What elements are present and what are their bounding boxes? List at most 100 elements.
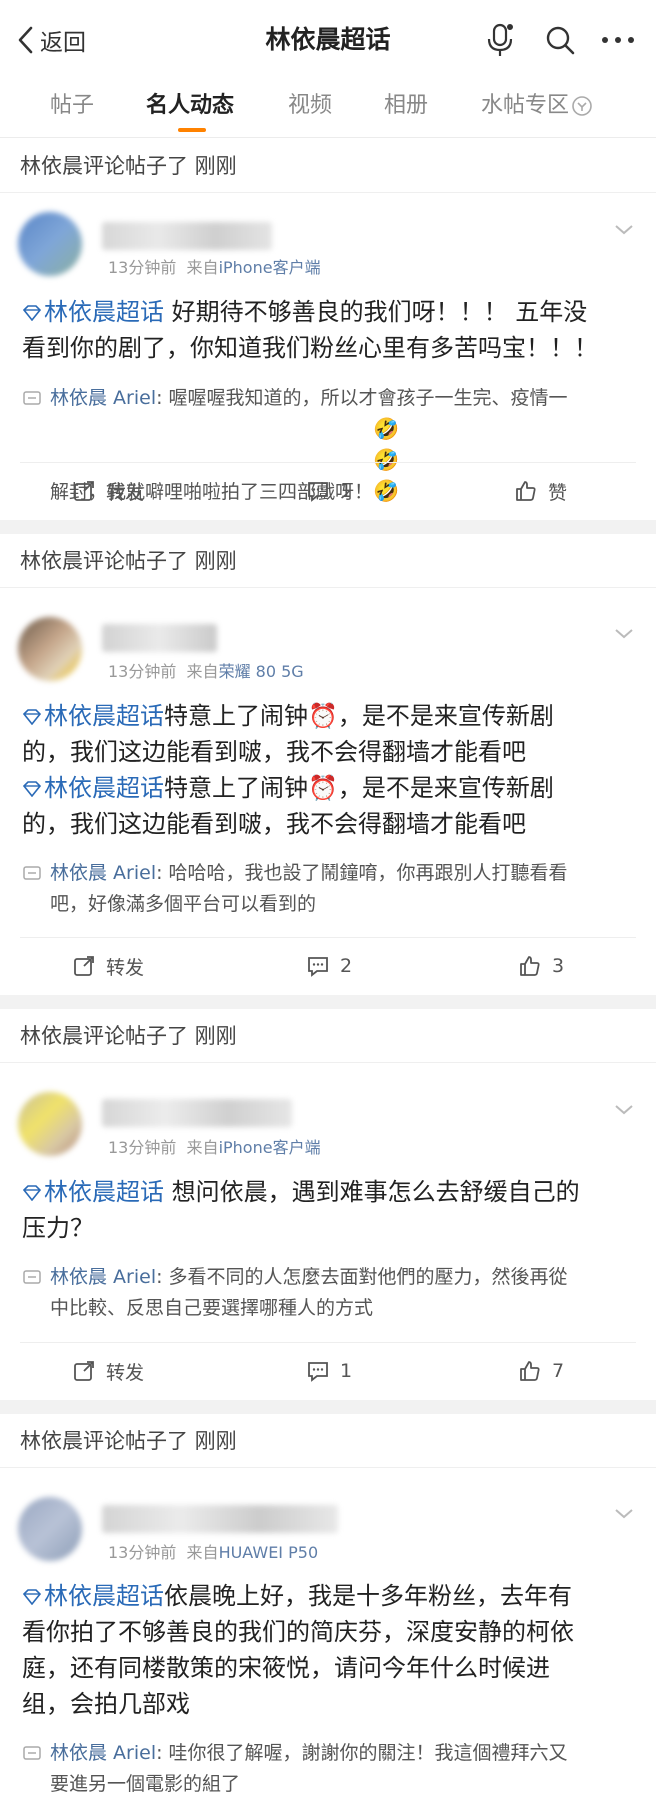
comment-button[interactable]: 2 [306,949,352,983]
reply-author[interactable]: 林依晨 Ariel [50,1266,156,1288]
thumbs-up-icon [516,481,536,501]
divider [20,462,636,463]
content-line: 好期待不够善良的我们呀！！！ 五年没 [164,298,588,326]
reply-text: : 多看不同的人怎麼去面對他們的壓力，然後再從 [156,1266,568,1288]
comment-button[interactable]: 1 [306,474,352,508]
post-source[interactable]: iPhone客户端 [219,1138,321,1157]
source-prefix: 来自 [186,662,219,681]
comment-icon [308,957,328,977]
chevron-down-icon[interactable] [612,622,636,646]
username-blurred[interactable] [102,222,272,250]
content-line: ，是不是来宣传新剧 [337,702,554,730]
search-icon[interactable] [540,20,580,60]
topic-label: 林依晨超话 [44,1178,164,1206]
post-content: 林依晨超话特意上了闹钟⏰，是不是来宣传新剧 的，我们这边能看到啵，我不会得翻墙才… [22,698,638,842]
celebrity-reply: 林依晨 Ariel: 哇你很了解喔，謝謝你的關注！我這個禮拜六又 要進另一個電影… [50,1738,640,1800]
topic-label: 林依晨超话 [44,1582,164,1610]
post-content: 林依晨超话 好期待不够善良的我们呀！！！ 五年没 看到你的剧了，你知道我们粉丝心… [22,294,638,366]
post-time: 13分钟前 [108,662,177,681]
post-source[interactable]: 荣耀 80 5G [219,662,304,681]
tab-water-posts-label: 水帖专区 [481,93,570,118]
post-source[interactable]: HUAWEI P50 [219,1543,319,1562]
repost-label: 转发 [106,956,145,979]
topic-link[interactable]: 林依晨超话 [22,1582,164,1610]
more-icon[interactable] [598,20,638,60]
tab-posts[interactable]: 帖子 [50,90,94,122]
topic-link[interactable]: 林依晨超话 [22,1178,164,1206]
topic-label: 林依晨超话 [44,298,164,326]
section-gap [0,995,656,1009]
header: 返回 林依晨超话 [0,0,656,80]
divider [20,1342,636,1343]
avatar[interactable] [18,1092,82,1156]
like-count: 7 [552,1360,565,1382]
avatar[interactable] [18,617,82,681]
post-time: 13分钟前 [108,1543,177,1562]
username-blurred[interactable] [102,1099,292,1127]
tab-celebrity-updates[interactable]: 名人动态 [146,90,234,122]
comment-count: 2 [340,955,353,977]
reply-author[interactable]: 林依晨 Ariel [50,1742,156,1764]
reply-text: : 哈哈哈，我也設了鬧鐘唷，你再跟別人打聽看看 [156,862,568,884]
username-blurred[interactable] [102,1505,338,1533]
topic-link[interactable]: 林依晨超话 [22,298,164,326]
content-line: 依晨晚上好，我是十多年粉丝，去年有 [164,1582,572,1610]
tab-water-posts[interactable]: 水帖专区 [481,90,593,122]
tab-videos[interactable]: 视频 [288,90,332,122]
divider [20,937,636,938]
post-meta: 13分钟前 来自iPhone客户端 [108,1137,321,1159]
comment-reply-icon [23,1746,41,1760]
content-line: 组，会拍几部戏 [22,1690,190,1718]
repost-label: 转发 [106,481,145,504]
comment-icon [308,482,328,502]
comment-reply-icon [23,866,41,880]
topic-label: 林依晨超话 [44,774,164,802]
like-button[interactable]: 7 [518,1354,564,1388]
section-gap [0,1400,656,1414]
content-line: 看你拍了不够善良的我们的简庆芬，深度安静的柯依 [22,1618,574,1646]
topic-link[interactable]: 林依晨超话 [22,774,164,802]
post-meta: 13分钟前 来自iPhone客户端 [108,257,321,279]
content-line: 的，我们这边能看到啵，我不会得翻墙才能看吧 [22,738,526,766]
repost-icon [74,481,94,501]
super-topic-icon [22,1589,42,1605]
repost-button[interactable]: 转发 [72,949,144,983]
grid-circle-icon [572,96,592,116]
back-button[interactable]: 返回 [16,22,86,58]
repost-icon [74,1361,94,1381]
content-line: 看到你的剧了，你知道我们粉丝心里有多苦吗宝！！！ [22,334,598,362]
post-meta: 13分钟前 来自荣耀 80 5G [108,661,304,683]
comment-button[interactable]: 1 [306,1354,352,1388]
repost-button[interactable]: 转发 [72,474,144,508]
repost-button[interactable]: 转发 [72,1354,144,1388]
post-time: 13分钟前 [108,258,177,277]
mic-icon[interactable] [480,20,520,60]
back-label: 返回 [40,30,86,56]
username-blurred[interactable] [102,624,217,652]
content-line: 的，我们这边能看到啵，我不会得翻墙才能看吧 [22,810,526,838]
reply-author[interactable]: 林依晨 Ariel [50,862,156,884]
post-section-title: 林依晨评论帖子了 刚刚 [0,139,656,193]
topic-link[interactable]: 林依晨超话 [22,702,164,730]
content-line: 想问依晨，遇到难事怎么去舒缓自己的 [164,1178,580,1206]
like-count: 3 [552,955,565,977]
chevron-down-icon[interactable] [612,218,636,242]
post-source[interactable]: iPhone客户端 [219,258,321,277]
reply-text: : 哇你很了解喔，謝謝你的關注！我這個禮拜六又 [156,1742,568,1764]
avatar[interactable] [18,212,82,276]
post-time: 13分钟前 [108,1138,177,1157]
alarm-clock-emoji: ⏰ [308,774,338,802]
like-button[interactable]: 赞 [514,474,567,508]
tab-bar: 帖子 名人动态 视频 相册 水帖专区 [0,80,656,138]
comment-reply-icon [23,1270,41,1284]
chevron-down-icon[interactable] [612,1098,636,1122]
reply-text: 中比較、反思自己要選擇哪種人的方式 [50,1297,374,1319]
avatar[interactable] [18,1497,82,1561]
thumbs-up-icon [520,956,540,976]
comment-icon [308,1362,328,1382]
chevron-down-icon[interactable] [612,1502,636,1526]
content-line: ，是不是来宣传新剧 [337,774,554,802]
tab-albums[interactable]: 相册 [384,90,428,122]
like-button[interactable]: 3 [518,949,564,983]
reply-author[interactable]: 林依晨 Ariel [50,387,156,409]
